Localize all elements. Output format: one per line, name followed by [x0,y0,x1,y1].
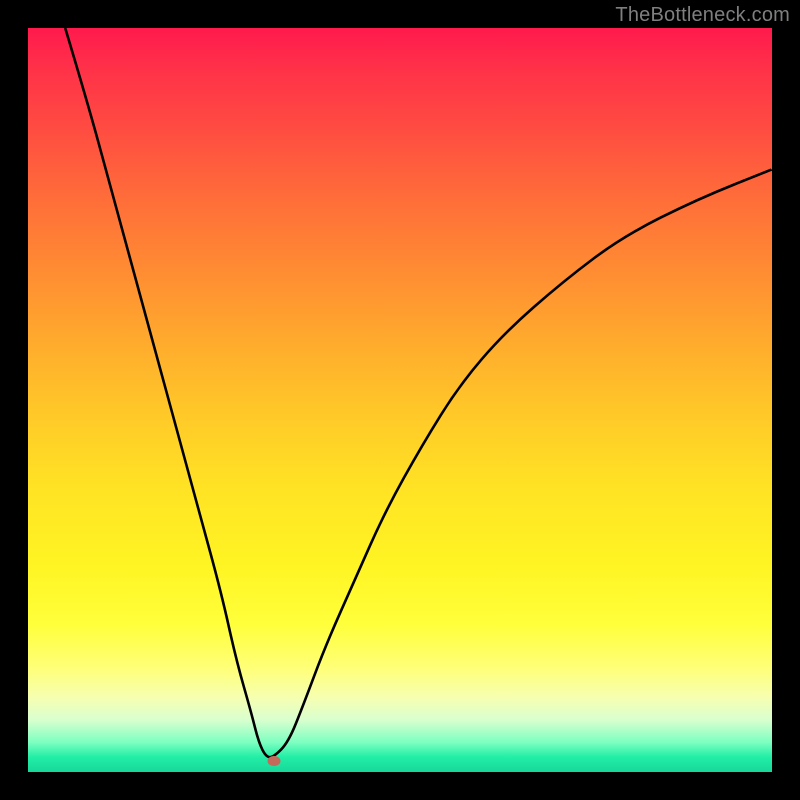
curve-svg [28,28,772,772]
bottleneck-curve [65,28,772,757]
attribution-label: TheBottleneck.com [615,4,790,27]
chart-frame: TheBottleneck.com [0,0,800,800]
optimal-point-marker [267,756,280,766]
plot-area [28,28,772,772]
